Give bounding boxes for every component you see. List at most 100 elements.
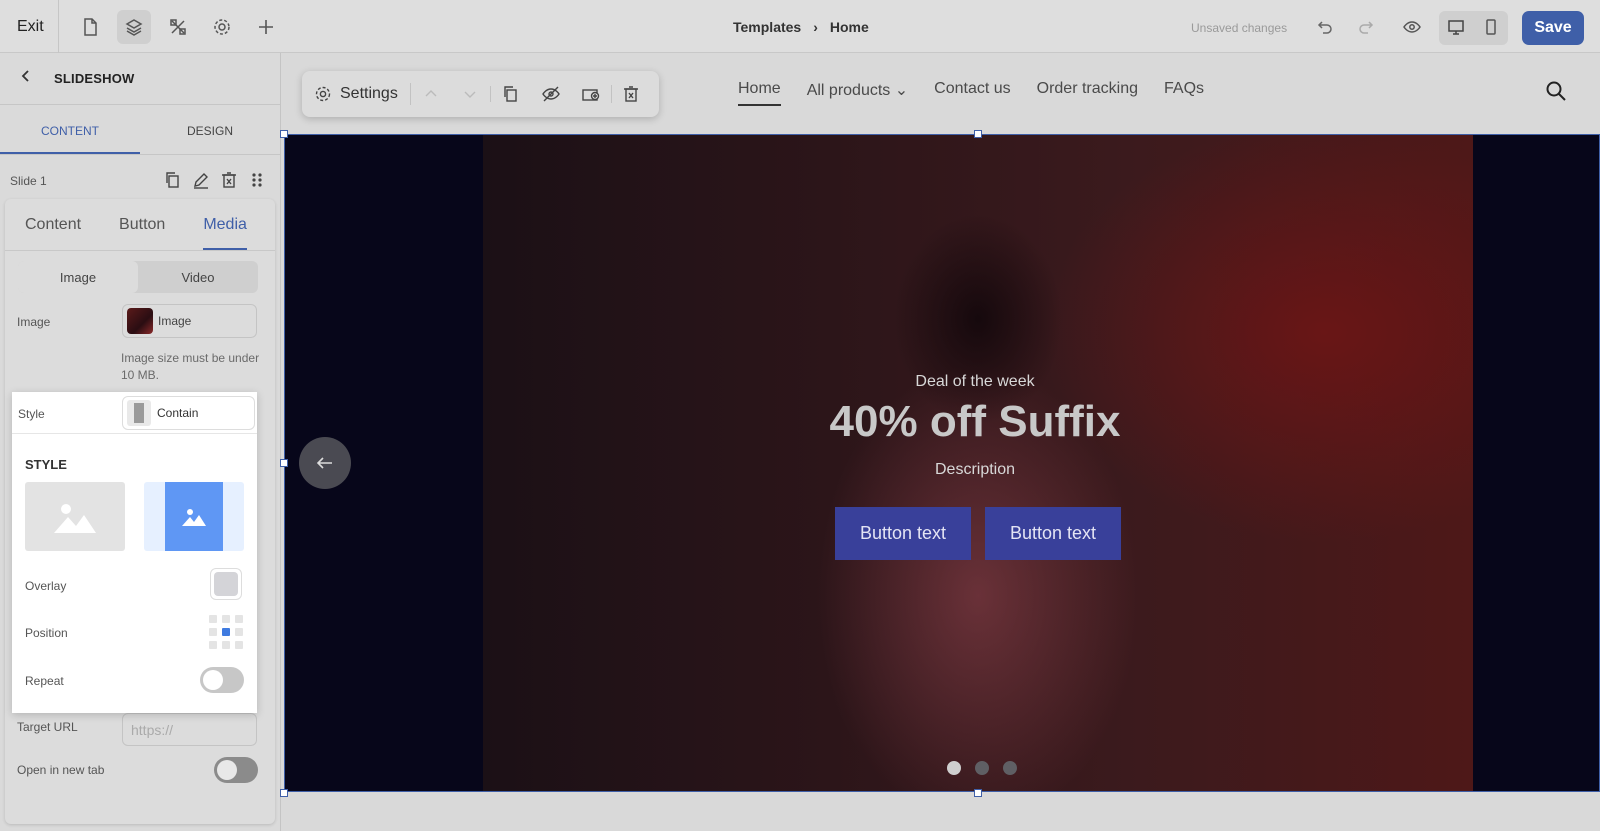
- style-option-contain[interactable]: [144, 482, 244, 551]
- mobile-icon[interactable]: [1474, 10, 1508, 44]
- nav-contact[interactable]: Contact us: [934, 80, 1010, 106]
- layers-icon[interactable]: [117, 10, 151, 44]
- panel-tabs: CONTENT DESIGN: [0, 105, 280, 155]
- duplicate-icon[interactable]: [164, 171, 182, 194]
- subtab-media[interactable]: Media: [203, 199, 247, 250]
- slide-subtabs: Content Button Media: [5, 199, 275, 251]
- nav-order-tracking[interactable]: Order tracking: [1037, 80, 1138, 106]
- resize-handle[interactable]: [280, 459, 288, 467]
- image-label: Image: [17, 315, 51, 329]
- hero-headline: 40% off Suffix: [829, 397, 1121, 446]
- image-thumbnail: [127, 308, 153, 334]
- target-url-input[interactable]: https://: [122, 713, 257, 746]
- settings-label: Settings: [340, 85, 398, 102]
- position-top-center[interactable]: [222, 615, 230, 623]
- breadcrumb: Templates › Home: [733, 19, 869, 35]
- position-top-left[interactable]: [209, 615, 217, 623]
- elements-icon[interactable]: [161, 10, 195, 44]
- media-type-image[interactable]: Image: [18, 261, 138, 293]
- duplicate-section-icon[interactable]: [491, 85, 531, 103]
- resize-handle[interactable]: [974, 789, 982, 797]
- arrow-left-icon: [316, 457, 332, 469]
- image-icon: [54, 503, 96, 533]
- prev-slide-button[interactable]: [299, 437, 351, 489]
- position-middle-right[interactable]: [235, 628, 243, 636]
- undo-icon[interactable]: [1307, 10, 1341, 44]
- slide-label: Slide 1: [10, 174, 47, 188]
- subtab-button[interactable]: Button: [119, 199, 165, 250]
- slide-dot[interactable]: [947, 761, 961, 775]
- search-icon[interactable]: [1545, 80, 1567, 107]
- redo-icon[interactable]: [1350, 10, 1384, 44]
- chevron-right-icon: ›: [813, 19, 818, 35]
- hero-buttons: Button text Button text: [835, 507, 1121, 560]
- resize-handle[interactable]: [280, 130, 288, 138]
- delete-section-icon[interactable]: [610, 85, 651, 103]
- position-middle-left[interactable]: [209, 628, 217, 636]
- subtab-content[interactable]: Content: [25, 199, 81, 250]
- hero-eyebrow: Deal of the week: [915, 373, 1035, 390]
- position-bottom-left[interactable]: [209, 641, 217, 649]
- overlay-color-swatch[interactable]: [210, 568, 242, 600]
- popover-title: STYLE: [25, 457, 67, 472]
- overlay-label: Overlay: [25, 579, 67, 593]
- new-tab-toggle[interactable]: [214, 757, 258, 783]
- position-bottom-center[interactable]: [222, 641, 230, 649]
- new-tab-label: Open in new tab: [17, 763, 105, 777]
- tab-content[interactable]: CONTENT: [0, 105, 140, 154]
- move-down-icon[interactable]: [451, 86, 491, 102]
- style-select[interactable]: Contain: [122, 396, 255, 430]
- hide-eye-icon[interactable]: [531, 85, 571, 103]
- chevron-down-icon: ⌄: [894, 82, 909, 99]
- desktop-icon[interactable]: [1439, 10, 1473, 44]
- save-status: Unsaved changes: [1191, 21, 1288, 35]
- section-settings-button[interactable]: Settings: [314, 83, 411, 105]
- divider: [58, 0, 59, 53]
- slide-dots: [947, 761, 1017, 775]
- breadcrumb-home: Home: [829, 19, 869, 35]
- repeat-toggle[interactable]: [200, 667, 244, 693]
- add-icon[interactable]: [249, 10, 283, 44]
- media-type-video[interactable]: Video: [138, 261, 258, 293]
- top-bar: Exit Templates › Home Unsaved changes Sa…: [0, 0, 1600, 53]
- preview-eye-icon[interactable]: [1395, 10, 1429, 44]
- move-up-icon[interactable]: [411, 86, 451, 102]
- edit-icon[interactable]: [192, 171, 210, 194]
- position-top-right[interactable]: [235, 615, 243, 623]
- style-select-value: Contain: [157, 406, 199, 420]
- drag-handle-icon[interactable]: [248, 171, 266, 194]
- position-grid[interactable]: [209, 615, 243, 649]
- media-type-toggle: Image Video: [18, 261, 258, 293]
- back-arrow-icon[interactable]: [20, 69, 32, 88]
- style-label: Style: [18, 407, 45, 421]
- nav-all-products[interactable]: All products ⌄: [807, 80, 908, 106]
- breadcrumb-templates[interactable]: Templates: [733, 19, 801, 35]
- nav-home[interactable]: Home: [738, 80, 781, 106]
- hero-button-1[interactable]: Button text: [835, 507, 971, 560]
- style-popover: Style Contain STYLE Overlay Position Rep…: [12, 392, 257, 713]
- slideshow-section[interactable]: Deal of the week 40% off Suffix Descript…: [284, 134, 1600, 792]
- resize-handle[interactable]: [280, 789, 288, 797]
- image-picker-label: Image: [158, 314, 192, 328]
- page-icon[interactable]: [73, 10, 107, 44]
- style-option-cover[interactable]: [25, 482, 125, 551]
- nav-faqs[interactable]: FAQs: [1164, 80, 1204, 106]
- hero-button-2[interactable]: Button text: [985, 507, 1121, 560]
- image-icon: [182, 508, 206, 526]
- save-button[interactable]: Save: [1522, 11, 1584, 45]
- resize-handle[interactable]: [974, 130, 982, 138]
- panel-header: SLIDESHOW: [0, 53, 280, 105]
- image-picker[interactable]: Image: [122, 304, 257, 338]
- position-center[interactable]: [222, 628, 230, 636]
- slide-dot[interactable]: [1003, 761, 1017, 775]
- slide-dot[interactable]: [975, 761, 989, 775]
- exit-button[interactable]: Exit: [17, 18, 44, 36]
- image-hint: Image size must be under 10 MB.: [121, 351, 260, 382]
- position-bottom-right[interactable]: [235, 641, 243, 649]
- add-block-icon[interactable]: [571, 85, 611, 103]
- gear-icon[interactable]: [205, 10, 239, 44]
- section-toolbar: Settings: [302, 71, 659, 117]
- contain-icon: [127, 400, 151, 426]
- delete-icon[interactable]: [220, 171, 238, 194]
- tab-design[interactable]: DESIGN: [140, 105, 280, 154]
